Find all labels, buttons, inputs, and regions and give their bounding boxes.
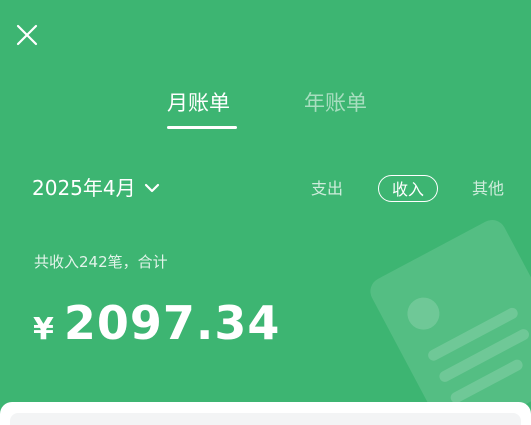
filter-expense[interactable]: 支出 (311, 175, 343, 202)
list-card (10, 413, 521, 425)
active-tab-indicator (167, 126, 237, 129)
close-icon (14, 22, 40, 48)
close-button[interactable] (14, 22, 40, 48)
month-selector[interactable]: 2025年4月 (32, 174, 160, 202)
bill-screen: 月账单 年账单 2025年4月 支出 收入 其他 共收入242笔，合计 ¥ 20… (0, 0, 531, 425)
amount-value: 2097.34 (63, 296, 281, 350)
filter-other[interactable]: 其他 (472, 175, 504, 202)
chevron-down-icon (144, 180, 160, 196)
tab-monthly-bill[interactable]: 月账单 (167, 88, 230, 118)
bill-tabs: 月账单 年账单 (0, 88, 531, 132)
bill-list-sheet (0, 402, 531, 425)
tab-yearly-bill[interactable]: 年账单 (304, 88, 367, 118)
income-summary: 共收入242笔，合计 (34, 253, 168, 271)
bill-decoration-icon (356, 218, 531, 408)
currency-symbol: ¥ (33, 312, 54, 347)
total-amount: ¥ 2097.34 (33, 296, 280, 352)
selected-month: 2025年4月 (32, 176, 136, 200)
filter-income[interactable]: 收入 (378, 175, 438, 202)
